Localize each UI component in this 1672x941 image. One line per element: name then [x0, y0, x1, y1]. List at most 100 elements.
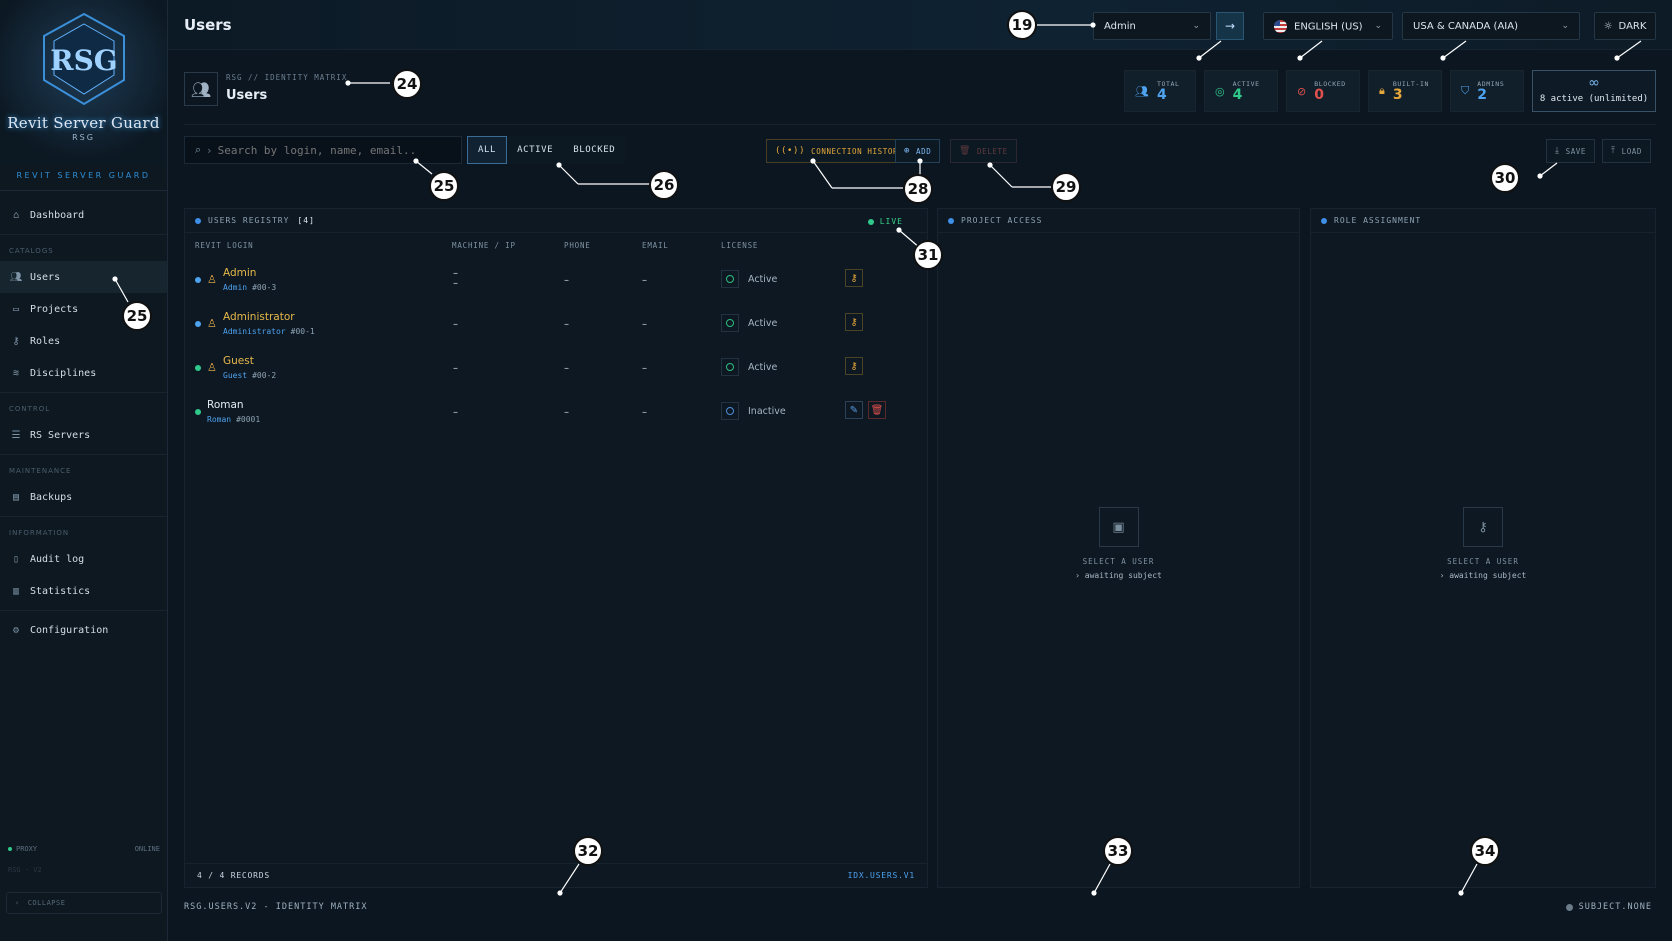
sidebar-item-label: Roles — [30, 335, 61, 347]
sidebar-item-label: Disciplines — [30, 367, 97, 379]
search-input[interactable] — [217, 143, 438, 157]
live-label: LIVE — [879, 217, 903, 226]
language-select[interactable]: ENGLISH (US) ⌄ — [1263, 12, 1393, 40]
sidebar-item-configuration[interactable]: ⚙ Configuration — [0, 614, 167, 646]
brand-caption: REVIT SERVER GUARD — [0, 165, 167, 191]
trash-icon[interactable]: 🗑︎ — [868, 401, 886, 419]
collapse-button[interactable]: ‹ COLLAPSE — [6, 892, 162, 914]
login-value: Roman — [207, 415, 232, 424]
col-email[interactable]: EMAIL — [642, 241, 669, 250]
proxy-status: PROXY ONLINE — [0, 845, 168, 853]
stat-value: 4 — [1156, 86, 1167, 103]
license-cell: Active — [721, 358, 777, 376]
col-machine-ip[interactable]: MACHINE / IP — [452, 241, 516, 250]
callout-badge: 31 — [913, 240, 943, 270]
table-row[interactable]: ♙ Guest Guest #00-2 – – – Active ⚷ — [185, 345, 927, 389]
callout-badge: 26 — [649, 170, 679, 200]
table-row[interactable]: Roman Roman #0001 – – – Inactive ✎ 🗑︎ — [185, 389, 927, 433]
signal-icon: ((•)) — [775, 146, 806, 156]
key-icon[interactable]: ⚷ — [845, 269, 863, 287]
user-id: #00-3 — [252, 283, 277, 292]
subject-status: SUBJECT.NONE — [1578, 902, 1652, 912]
save-button[interactable]: ⤓ SAVE — [1546, 139, 1596, 163]
email-cell: – — [642, 363, 647, 374]
key-icon[interactable]: ⚷ — [845, 357, 863, 375]
ban-icon: ⊘ — [1297, 84, 1307, 98]
arrow-right-icon: → — [1224, 19, 1236, 33]
delete-user-button[interactable]: 🗑︎ DELETE — [950, 139, 1017, 163]
user-name: Guest — [223, 355, 254, 367]
col-license[interactable]: LICENSE — [721, 241, 758, 250]
col-phone[interactable]: PHONE — [564, 241, 591, 250]
panel-header: ROLE ASSIGNMENT — [1311, 209, 1655, 233]
user-icon: ♙ — [207, 317, 217, 330]
filter-blocked[interactable]: BLOCKED — [563, 136, 626, 164]
status-dot — [195, 277, 201, 283]
theme-toggle[interactable]: ☼ DARK — [1594, 12, 1656, 40]
filter-all[interactable]: ALL — [467, 136, 508, 164]
sidebar-nav: ⌂ Dashboard CATALOGS 👥︎ Users ▭ Projects… — [0, 191, 167, 646]
login-as-button[interactable]: → — [1216, 12, 1244, 40]
user-select-value: Admin — [1104, 20, 1136, 32]
status-bar-right: SUBJECT.NONE — [1565, 902, 1652, 912]
brand-sub: RSG — [72, 133, 95, 142]
sidebar-item-label: Users — [30, 271, 61, 283]
topbar: Users Admin ⌄ → ENGLISH (US) ⌄ USA & CAN… — [168, 0, 1672, 50]
filter-active[interactable]: ACTIVE — [507, 136, 564, 164]
gear-icon: ⚙ — [12, 624, 20, 636]
phone-cell: – — [564, 363, 569, 374]
table-row[interactable]: ♙ Admin Admin #00-3 – – – – Active ⚷ — [185, 257, 927, 301]
key-icon[interactable]: ⚷ — [845, 313, 863, 331]
login-value: Admin — [223, 283, 248, 292]
sidebar-item-users[interactable]: 👥︎ Users — [0, 261, 167, 293]
callout-badge: 30 — [1490, 163, 1520, 193]
version-label: RSG · V2 — [8, 866, 42, 874]
edit-icon[interactable]: ✎ — [845, 401, 863, 419]
add-label: ADD — [916, 146, 932, 156]
stat-value: 0 — [1314, 86, 1324, 103]
license-status-icon — [721, 270, 739, 288]
sidebar-item-audit-log[interactable]: ▯ Audit log — [0, 543, 167, 575]
machine-cell: – — [453, 319, 458, 330]
download-icon: ⤓ — [1555, 146, 1560, 156]
license-cell: Active — [721, 314, 777, 332]
rsg-logo-icon: RSG — [42, 12, 125, 106]
delete-label: DELETE — [977, 146, 1008, 156]
user-login: Administrator #00-1 — [223, 327, 315, 336]
search-icon: ⌕ — [195, 143, 202, 156]
email-cell: – — [642, 319, 647, 330]
record-count: [4] — [297, 216, 315, 225]
home-icon: ⌂ — [12, 209, 20, 221]
sidebar-item-statistics[interactable]: ▥ Statistics — [0, 575, 167, 607]
user-select[interactable]: Admin ⌄ — [1093, 12, 1211, 40]
sidebar-item-label: Audit log — [30, 553, 85, 565]
user-name: Administrator — [223, 311, 295, 323]
chevron-down-icon: ⌄ — [1192, 21, 1200, 31]
panel-header: PROJECT ACCESS — [938, 209, 1299, 233]
project-access-panel: PROJECT ACCESS ▣ SELECT A USER › awaitin… — [937, 208, 1300, 888]
sidebar-item-rs-servers[interactable]: ☰ RS Servers — [0, 419, 167, 451]
sidebar-item-dashboard[interactable]: ⌂ Dashboard — [0, 199, 167, 231]
col-revit-login[interactable]: REVIT LOGIN — [195, 241, 253, 250]
login-value: Guest — [223, 371, 248, 380]
add-user-button[interactable]: ⊕ ADD — [895, 139, 941, 163]
empty-subtitle: › awaiting subject — [1439, 571, 1527, 580]
sidebar-item-backups[interactable]: ▤ Backups — [0, 481, 167, 513]
key-icon: ⚷ — [1463, 507, 1503, 547]
load-button[interactable]: ⤒ LOAD — [1602, 139, 1652, 163]
identity-icon-box: 👥︎ — [184, 72, 218, 106]
table-row[interactable]: ♙ Administrator Administrator #00-1 – – –… — [185, 301, 927, 345]
sidebar-item-disciplines[interactable]: ≋ Disciplines — [0, 357, 167, 389]
phone-cell: – — [564, 275, 569, 286]
callout-badge: 28 — [903, 174, 933, 204]
archive-icon: ▤ — [12, 491, 20, 503]
license-summary: ∞ 8 active (unlimited) — [1532, 70, 1656, 112]
license-status-icon — [721, 402, 739, 420]
user-name: Admin — [223, 267, 257, 279]
empty-state: ⚷ SELECT A USER › awaiting subject — [1311, 507, 1655, 580]
brand-title: Revit Server Guard — [7, 114, 160, 132]
region-select[interactable]: USA & CANADA (AIA) ⌄ — [1402, 12, 1580, 40]
connection-history-button[interactable]: ((•)) CONNECTION HISTORY — [766, 139, 913, 163]
shield-icon: ⛉ — [1461, 84, 1470, 97]
prompt-chevron-icon: › — [207, 143, 212, 157]
